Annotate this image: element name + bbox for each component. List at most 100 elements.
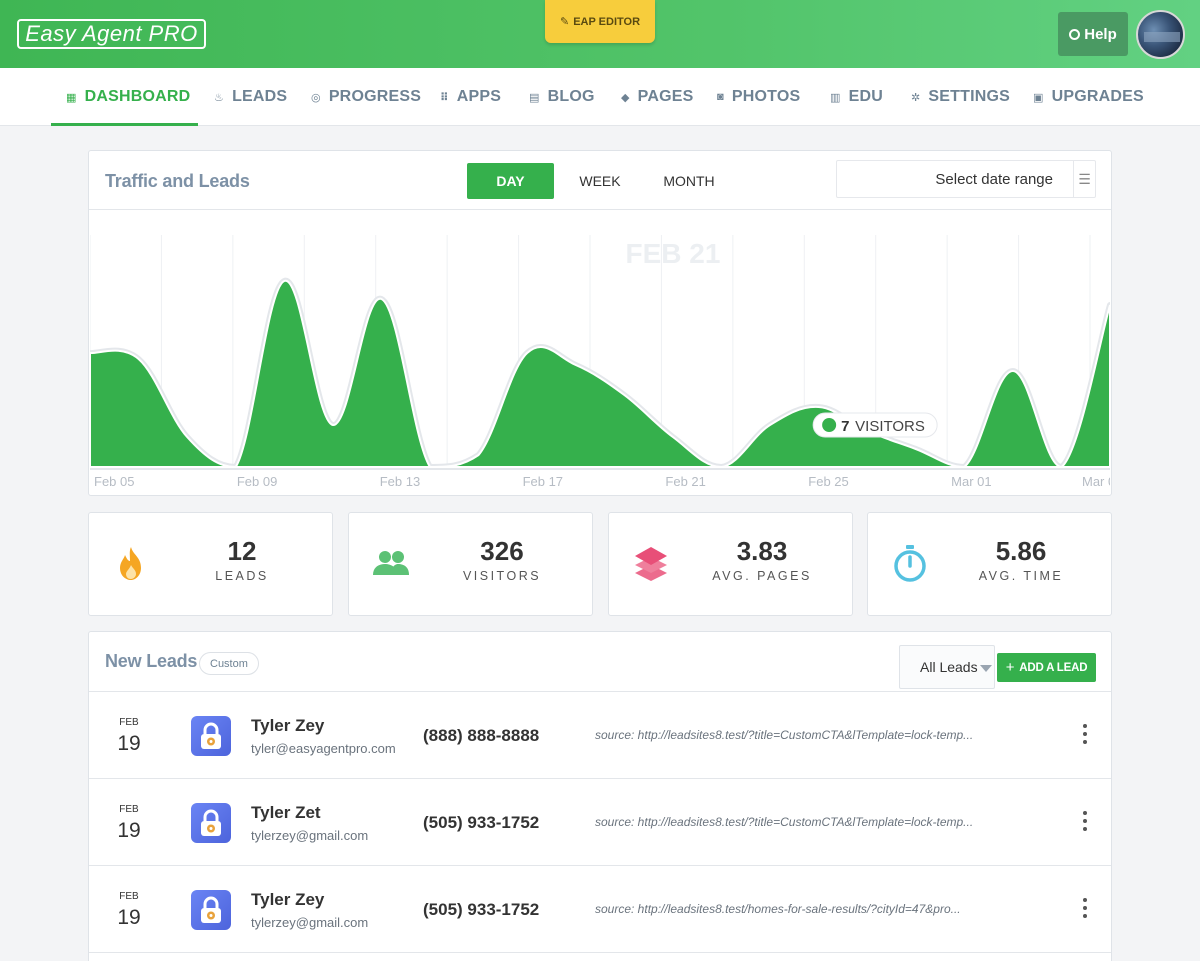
help-button[interactable]: Help [1058,12,1128,56]
stat-value: 326 [480,536,524,566]
leads-filter-select[interactable]: All Leads [899,645,995,689]
data-point [525,351,529,355]
lead-date-month: FEB [119,891,139,902]
new-leads-card: New Leads Custom All Leads + ADD A LEAD … [88,631,1112,961]
lead-phone[interactable]: (505) 933-1752 [423,813,539,833]
nav-label: SETTINGS [928,88,1011,105]
traffic-chart[interactable]: FEB 21 7 VISITORS Feb 05 Feb 09 Feb 13 Feb 17 F… [90,211,1110,495]
flame-icon: ♨ [214,91,225,104]
lead-row[interactable]: FEB 19 Tyler Zet tylerzey@gmail.com (505… [89,779,1111,866]
date-range-placeholder: Select date range [935,171,1053,188]
add-lead-button[interactable]: + ADD A LEAD [997,653,1096,682]
stat-card-avg-time: 5.86 AVG. TIME [867,512,1112,616]
lead-date-month: FEB [119,717,139,728]
lead-name[interactable]: Tyler Zet [251,803,321,823]
data-point [1059,465,1063,469]
stat-value: 3.83 [736,536,788,566]
add-lead-label: ADD A LEAD [1019,661,1088,674]
nav-label: UPGRADES [1051,88,1144,105]
data-point [137,357,141,361]
stopwatch-icon [894,545,926,582]
hover-date-label: FEB 21 [626,238,721,269]
kebab-menu-icon[interactable] [1079,811,1091,831]
stat-card-leads: 12 LEADS [88,512,333,616]
data-point [671,435,675,439]
gear-icon: ✲ [911,91,921,104]
avatar[interactable] [1136,10,1185,59]
lock-icon [191,890,231,930]
tooltip-value: 7 [841,418,849,435]
grid-icon: ▦ [66,91,77,104]
flame-icon [120,547,141,580]
stat-label: AVG. TIME [978,569,1064,583]
nav-label: PAGES [637,88,694,105]
nav-item-blog[interactable]: ▤ BLOG [529,68,595,126]
caret-down-icon [980,665,992,672]
data-point [379,297,383,301]
eap-editor-button[interactable]: ✎ EAP EDITOR [545,0,655,43]
active-tab-indicator [51,123,198,126]
lead-email[interactable]: tyler@easyagentpro.com [251,741,396,756]
nav-label: APPS [456,88,502,105]
tooltip-label: VISITORS [855,418,925,435]
layers-icon: ◆ [621,91,630,104]
data-point [477,453,481,457]
nav-item-upgrades[interactable]: ▣ UPGRADES [1033,68,1144,126]
lead-row[interactable]: FEB 19 Tyler Zey tyler@easyagentpro.com … [89,692,1111,779]
eap-editor-label: EAP EDITOR [573,15,641,28]
nav-label: EDU [848,88,883,105]
custom-badge[interactable]: Custom [199,652,259,675]
range-week-button[interactable]: WEEK [567,163,633,199]
lead-email[interactable]: tylerzey@gmail.com [251,915,368,930]
nav-item-progress[interactable]: ◎ PROGRESS [311,68,421,126]
kebab-menu-icon[interactable] [1079,724,1091,744]
new-leads-header: New Leads Custom All Leads + ADD A LEAD [89,632,1111,692]
data-point [1011,369,1015,373]
range-month-button[interactable]: MONTH [651,163,727,199]
nav-item-leads[interactable]: ♨ LEADS [214,68,287,126]
store-icon: ▣ [1033,91,1044,104]
nav-label: LEADS [232,88,288,105]
stat-label: LEADS [215,569,269,583]
data-point [574,363,578,367]
nav-item-pages[interactable]: ◆ PAGES [621,68,694,126]
lead-phone[interactable]: (888) 888-8888 [423,726,539,746]
x-tick-label: Mar 01 [951,474,991,489]
lead-row[interactable]: FEB 19 Tyler Zey tylerzey@gmail.com (505… [89,866,1111,953]
lock-icon [191,803,231,843]
nav-item-edu[interactable]: ▥ EDU [830,68,883,126]
nav-item-apps[interactable]: ⠿ APPS [440,68,501,126]
data-point [331,423,335,427]
help-label: Help [1084,25,1117,43]
logo[interactable]: Easy Agent PRO [17,19,206,49]
users-icon [373,551,409,575]
nav-label: PROGRESS [328,88,422,105]
building-icon: ▥ [830,91,841,104]
nav-item-dashboard[interactable]: ▦ DASHBOARD [66,68,190,126]
lead-name[interactable]: Tyler Zey [251,716,324,736]
x-tick-label: Mar 05 [1082,474,1110,489]
stat-value: 12 [227,536,257,566]
lead-email[interactable]: tylerzey@gmail.com [251,828,368,843]
x-tick-label: Feb 25 [808,474,848,489]
camera-icon: ◙ [717,91,724,103]
apps-grid-icon: ⠿ [440,91,449,104]
menu-icon[interactable]: ☰ [1073,161,1095,197]
lock-icon [191,716,231,756]
nav-item-settings[interactable]: ✲ SETTINGS [911,68,1010,126]
kebab-menu-icon[interactable] [1079,898,1091,918]
date-range-picker[interactable]: Select date range ☰ [836,160,1096,198]
nav-item-photos[interactable]: ◙ PHOTOS [717,68,800,126]
lead-phone[interactable]: (505) 933-1752 [423,900,539,920]
nav-label: DASHBOARD [84,88,191,105]
stat-card-visitors: 326 VISITORS [348,512,593,616]
x-tick-label: Feb 17 [523,474,563,489]
data-point [185,435,189,439]
data-point [428,465,432,469]
stat-value: 5.86 [995,536,1047,566]
help-circle-icon [1069,28,1081,40]
stat-label: VISITORS [462,569,542,583]
range-day-button[interactable]: DAY [467,163,554,199]
pencil-icon: ✎ [559,16,570,28]
lead-name[interactable]: Tyler Zey [251,890,324,910]
